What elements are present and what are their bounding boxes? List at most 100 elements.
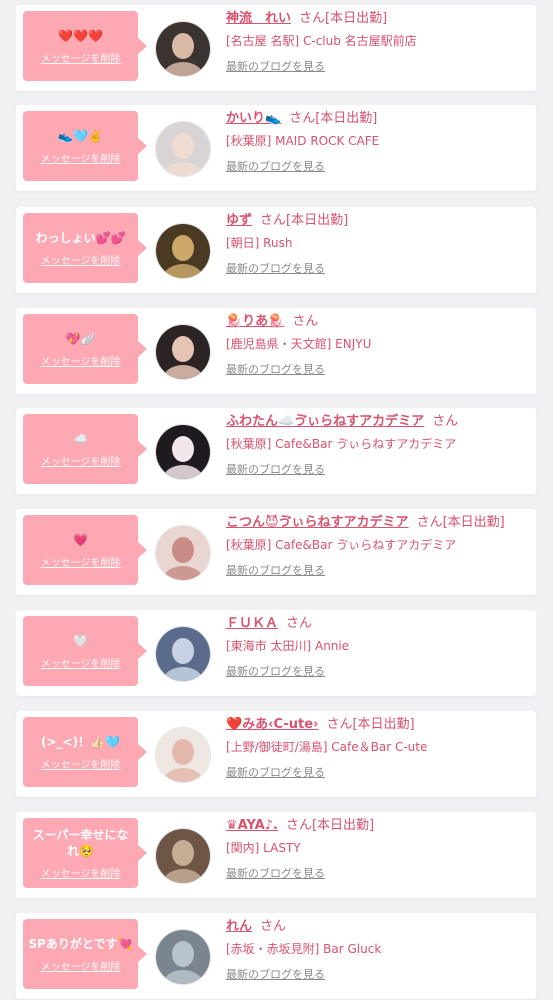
status-badge: [本日出勤] <box>352 717 415 732</box>
cast-card-3: わっしょい💕💕 メッセージを削除 ゆず さん[本日出勤] [朝日] Rush 最新… <box>16 207 536 293</box>
avatar[interactable] <box>155 525 211 581</box>
delete-message-link[interactable]: メッセージを削除 <box>41 554 121 569</box>
shop-info: [名古屋 名駅] C-club 名古屋駅前店 <box>226 34 417 48</box>
delete-message-link[interactable]: メッセージを削除 <box>41 958 121 973</box>
avatar[interactable] <box>155 626 211 682</box>
cast-info: ＦＵＫＡ さん [東海市 太田川] Annie 最新のブログを見る <box>226 615 530 679</box>
status-badge: [本日出勤] <box>315 111 378 126</box>
message-text: ☁️ <box>73 431 88 446</box>
message-bubble: SPありがとです💘 メッセージを削除 <box>23 919 147 989</box>
shop-info: [秋葉原] MAID ROCK CAFE <box>226 134 380 148</box>
cast-name-link[interactable]: 神流 れい <box>226 11 291 26</box>
cast-name-link[interactable]: ゆず <box>226 213 252 228</box>
cast-info: れん さん [赤坂・赤坂見附] Bar Gluck 最新のブログを見る <box>226 918 530 982</box>
honorific-label: さん <box>416 515 443 530</box>
status-badge: [本日出勤] <box>442 515 505 530</box>
delete-message-link[interactable]: メッセージを削除 <box>41 50 121 65</box>
status-badge: [本日出勤] <box>286 213 349 228</box>
delete-message-link[interactable]: メッセージを削除 <box>41 865 121 880</box>
shop-info: [朝日] Rush <box>226 236 293 250</box>
message-text: 💗 <box>73 532 88 547</box>
cast-info: ❤️みあ‹C-ute› さん[本日出勤] [上野/御徒町/湯島] Cafe＆Bar… <box>226 716 530 780</box>
delete-message-link[interactable]: メッセージを削除 <box>41 453 121 468</box>
avatar[interactable] <box>155 727 211 783</box>
cast-card-6: 💗 メッセージを削除 こつん😈ゔぃらねすアカデミア さん[本日出勤] [秋葉原] … <box>16 509 536 595</box>
cast-card-2: 👟🩵✌️ メッセージを削除 かいり👟 さん[本日出勤] [秋葉原] MAID RO… <box>16 105 536 191</box>
cast-info: こつん😈ゔぃらねすアカデミア さん[本日出勤] [秋葉原] Cafe&Bar ゔぃ… <box>226 514 530 578</box>
latest-blog-link[interactable]: 最新のブログを見る <box>226 260 325 276</box>
cast-info: ふわたん☁️ゔぃらねすアカデミア さん [秋葉原] Cafe&Bar ゔぃらねすア… <box>226 413 530 477</box>
delete-message-link[interactable]: メッセージを削除 <box>41 252 121 267</box>
message-bubble: 💗 メッセージを削除 <box>23 515 147 585</box>
latest-blog-link[interactable]: 最新のブログを見る <box>226 764 325 780</box>
cast-name-link[interactable]: ふわたん☁️ゔぃらねすアカデミア <box>226 414 424 429</box>
honorific-label: さん <box>292 314 319 329</box>
cast-card-7: 🤍 メッセージを削除 ＦＵＫＡ さん [東海市 太田川] Annie 最新のブログ… <box>16 610 536 696</box>
cast-card-1: ❤️❤️❤️ メッセージを削除 神流 れい さん[本日出勤] [名古屋 名駅] C… <box>16 5 536 91</box>
cast-name-link[interactable]: れん <box>226 919 252 934</box>
message-text: 🤍 <box>73 633 88 648</box>
shop-info: [赤坂・赤坂見附] Bar Gluck <box>226 942 382 956</box>
message-bubble: ❤️❤️❤️ メッセージを削除 <box>23 11 147 81</box>
message-text: スーパー幸せになれ🥺 <box>32 827 129 858</box>
latest-blog-link[interactable]: 最新のブログを見る <box>226 663 325 679</box>
cast-info: 🪼りあ🪼 さん [鹿児島県・天文館] ENJYU 最新のブログを見る <box>226 313 530 377</box>
cast-card-10: SPありがとです💘 メッセージを削除 れん さん [赤坂・赤坂見附] Bar Gl… <box>16 913 536 999</box>
cast-name-link[interactable]: こつん😈ゔぃらねすアカデミア <box>226 515 409 530</box>
cast-name-link[interactable]: かいり👟 <box>226 111 281 126</box>
message-bubble: 🤍 メッセージを削除 <box>23 616 147 686</box>
avatar[interactable] <box>155 223 211 279</box>
message-bubble: スーパー幸せになれ🥺 メッセージを削除 <box>23 818 147 888</box>
shop-info: [鹿児島県・天文館] ENJYU <box>226 337 372 351</box>
avatar[interactable] <box>155 424 211 480</box>
cast-name-link[interactable]: ＦＵＫＡ <box>226 616 278 631</box>
cast-card-9: スーパー幸せになれ🥺 メッセージを削除 ♛AYA♪. さん[本日出勤] [関内] … <box>16 812 536 898</box>
cast-info: ゆず さん[本日出勤] [朝日] Rush 最新のブログを見る <box>226 212 530 276</box>
cast-card-5: ☁️ メッセージを削除 ふわたん☁️ゔぃらねすアカデミア さん [秋葉原] Caf… <box>16 408 536 494</box>
message-bubble: (>_<)！👍🏻🩵 メッセージを削除 <box>23 717 147 787</box>
avatar[interactable] <box>155 929 211 985</box>
avatar[interactable] <box>155 828 211 884</box>
status-badge: [本日出勤] <box>311 818 375 833</box>
message-text: (>_<)！👍🏻🩵 <box>41 734 120 749</box>
latest-blog-link[interactable]: 最新のブログを見る <box>226 158 325 174</box>
delete-message-link[interactable]: メッセージを削除 <box>41 353 121 368</box>
cast-card-4: 💖🪽 メッセージを削除 🪼りあ🪼 さん [鹿児島県・天文館] ENJYU 最新のブ… <box>16 308 536 394</box>
message-bubble: わっしょい💕💕 メッセージを削除 <box>23 213 147 283</box>
cast-name-link[interactable]: ❤️みあ‹C-ute› <box>226 717 318 732</box>
latest-blog-link[interactable]: 最新のブログを見る <box>226 461 325 477</box>
avatar[interactable] <box>155 324 211 380</box>
cast-info: かいり👟 さん[本日出勤] [秋葉原] MAID ROCK CAFE 最新のブログ… <box>226 110 530 174</box>
avatar[interactable] <box>155 21 211 77</box>
honorific-label: さん <box>299 11 326 26</box>
latest-blog-link[interactable]: 最新のブログを見る <box>226 562 325 578</box>
cast-name-link[interactable]: 🪼りあ🪼 <box>226 314 284 329</box>
status-badge: [本日出勤] <box>325 11 388 26</box>
cast-info: 神流 れい さん[本日出勤] [名古屋 名駅] C-club 名古屋駅前店 最新の… <box>226 10 530 74</box>
honorific-label: さん <box>286 616 313 631</box>
shop-info: [秋葉原] Cafe&Bar ゔぃらねすアカデミア <box>226 538 457 552</box>
message-text: 💖🪽 <box>65 331 96 346</box>
latest-blog-link[interactable]: 最新のブログを見る <box>226 58 325 74</box>
cast-name-link[interactable]: ♛AYA♪. <box>226 818 278 833</box>
cast-info: ♛AYA♪. さん[本日出勤] [関内] LASTY 最新のブログを見る <box>226 817 530 881</box>
shop-info: [東海市 太田川] Annie <box>226 639 350 653</box>
delete-message-link[interactable]: メッセージを削除 <box>41 655 121 670</box>
honorific-label: さん <box>285 818 312 833</box>
cast-card-8: (>_<)！👍🏻🩵 メッセージを削除 ❤️みあ‹C-ute› さん[本日出勤] [… <box>16 711 536 797</box>
message-text: SPありがとです💘 <box>28 936 133 951</box>
message-text: わっしょい💕💕 <box>35 230 126 245</box>
message-text: ❤️❤️❤️ <box>58 28 103 43</box>
honorific-label: さん <box>260 919 287 934</box>
avatar[interactable] <box>155 121 211 177</box>
delete-message-link[interactable]: メッセージを削除 <box>41 150 121 165</box>
latest-blog-link[interactable]: 最新のブログを見る <box>226 865 325 881</box>
honorific-label: さん <box>260 213 287 228</box>
delete-message-link[interactable]: メッセージを削除 <box>41 756 121 771</box>
shop-info: [秋葉原] Cafe&Bar ゔぃらねすアカデミア <box>226 437 457 451</box>
latest-blog-link[interactable]: 最新のブログを見る <box>226 966 325 982</box>
shop-info: [上野/御徒町/湯島] Cafe＆Bar C-ute <box>226 740 428 754</box>
latest-blog-link[interactable]: 最新のブログを見る <box>226 361 325 377</box>
message-bubble: ☁️ メッセージを削除 <box>23 414 147 484</box>
shop-info: [関内] LASTY <box>226 841 301 855</box>
